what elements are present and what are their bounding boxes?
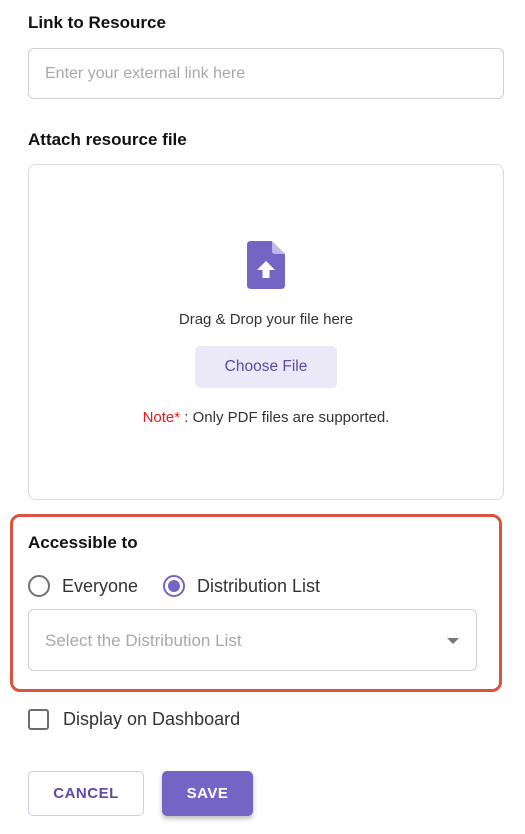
display-on-dashboard-checkbox[interactable]: [28, 709, 49, 730]
display-on-dashboard-option[interactable]: Display on Dashboard: [28, 709, 240, 730]
everyone-radio[interactable]: [28, 575, 50, 597]
accessible-to-label: Accessible to: [28, 533, 138, 552]
distribution-list-radio[interactable]: [163, 575, 185, 597]
distribution-list-radio-label: Distribution List: [197, 575, 321, 596]
everyone-radio-option[interactable]: Everyone: [28, 575, 138, 597]
file-upload-icon: [247, 241, 285, 289]
chevron-down-icon: [447, 638, 459, 644]
choose-file-button[interactable]: Choose File: [195, 346, 337, 388]
file-type-note: Note* : Only PDF files are supported.: [29, 409, 503, 426]
save-button[interactable]: SAVE: [162, 771, 253, 816]
everyone-radio-label: Everyone: [62, 575, 139, 596]
link-to-resource-label: Link to Resource: [28, 13, 166, 32]
external-link-input[interactable]: [28, 48, 504, 99]
cancel-button[interactable]: CANCEL: [28, 771, 144, 816]
accessible-to-section: Accessible to Everyone Distribution List…: [10, 514, 502, 692]
display-on-dashboard-label: Display on Dashboard: [63, 709, 241, 729]
drag-drop-text: Drag & Drop your file here: [178, 311, 354, 328]
distribution-list-placeholder: Select the Distribution List: [45, 631, 242, 650]
attach-resource-file-label: Attach resource file: [28, 130, 187, 149]
distribution-list-radio-option[interactable]: Distribution List: [163, 575, 320, 597]
note-prefix: Note*: [142, 409, 181, 426]
note-text: : Only PDF files are supported.: [180, 409, 390, 426]
distribution-list-select[interactable]: Select the Distribution List: [28, 609, 477, 671]
file-dropzone[interactable]: Drag & Drop your file here Choose File N…: [28, 164, 504, 500]
